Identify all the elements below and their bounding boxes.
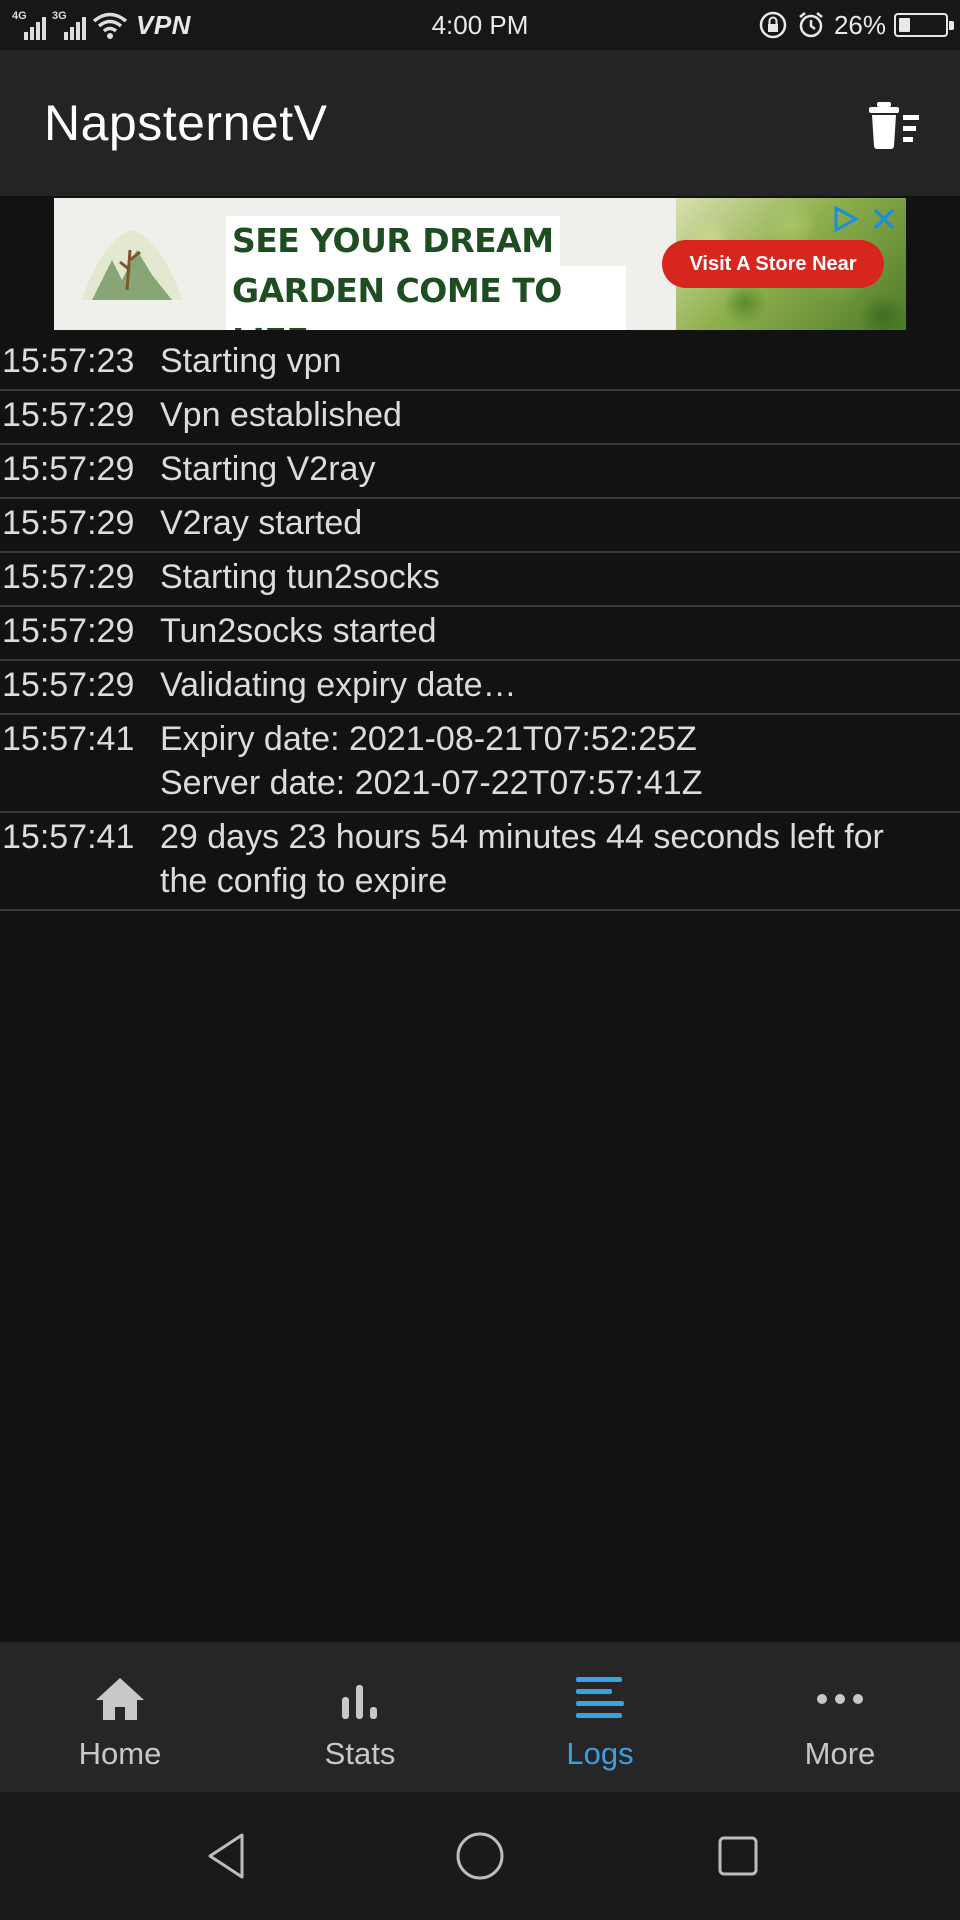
log-row: 15:57:29 Starting V2ray bbox=[0, 445, 960, 499]
log-list: 15:57:23 Starting vpn 15:57:29 Vpn establis… bbox=[0, 337, 960, 911]
log-timestamp: 15:57:29 bbox=[2, 504, 135, 542]
nav-item-more[interactable]: More bbox=[720, 1642, 960, 1792]
home-nav-button[interactable] bbox=[450, 1826, 510, 1886]
battery-level-fill bbox=[899, 18, 910, 32]
back-button[interactable] bbox=[196, 1826, 256, 1886]
log-row: 15:57:29 Tun2socks started bbox=[0, 607, 960, 661]
log-message: Expiry date: 2021-08-21T07:52:25Z Server… bbox=[160, 720, 703, 802]
log-message: V2ray started bbox=[160, 504, 363, 542]
log-timestamp: 15:57:29 bbox=[2, 450, 135, 488]
app-title: NapsternetV bbox=[44, 95, 328, 151]
log-timestamp: 15:57:29 bbox=[2, 558, 135, 596]
system-navigation-bar bbox=[0, 1792, 960, 1920]
log-message: 29 days 23 hours 54 minutes 44 seconds l… bbox=[160, 818, 884, 900]
more-icon bbox=[810, 1672, 870, 1726]
log-timestamp: 15:57:41 bbox=[2, 720, 135, 758]
ad-logo bbox=[72, 220, 242, 310]
log-row: 15:57:29 V2ray started bbox=[0, 499, 960, 553]
nav-item-logs[interactable]: Logs bbox=[480, 1642, 720, 1792]
ad-cta-button[interactable]: Visit A Store Near bbox=[662, 240, 884, 288]
rotation-lock-icon bbox=[759, 11, 787, 39]
recents-button[interactable] bbox=[708, 1826, 768, 1886]
battery-percent: 26% bbox=[833, 9, 886, 40]
adchoices-icon[interactable] bbox=[830, 204, 860, 234]
clear-logs-button[interactable] bbox=[860, 90, 930, 160]
nav-label-home: Home bbox=[78, 1736, 162, 1771]
nav-label-logs: Logs bbox=[566, 1736, 634, 1771]
log-row: 15:57:29 Validating expiry date… bbox=[0, 661, 960, 715]
nav-item-stats[interactable]: Stats bbox=[240, 1642, 480, 1792]
nav-item-home[interactable]: Home bbox=[0, 1642, 240, 1792]
log-message: Starting V2ray bbox=[160, 450, 376, 488]
log-timestamp: 15:57:23 bbox=[2, 342, 135, 380]
ad-banner[interactable]: SEE YOUR DREAM GARDEN COME TO LIFE Visit… bbox=[54, 198, 906, 330]
stats-icon bbox=[330, 1672, 390, 1726]
ad-headline-line2: GARDEN COME TO LIFE bbox=[226, 266, 626, 330]
log-message: Starting tun2socks bbox=[160, 558, 440, 596]
log-row: 15:57:29 Starting tun2socks bbox=[0, 553, 960, 607]
log-timestamp: 15:57:29 bbox=[2, 396, 135, 434]
ad-headline-line1: SEE YOUR DREAM bbox=[226, 216, 560, 266]
log-message: Vpn established bbox=[160, 396, 402, 434]
log-timestamp: 15:57:29 bbox=[2, 612, 135, 650]
status-right-group: 26% bbox=[758, 8, 954, 42]
nav-label-more: More bbox=[804, 1736, 876, 1771]
log-message: Tun2socks started bbox=[160, 612, 437, 650]
log-message: Validating expiry date… bbox=[160, 666, 517, 704]
logs-icon bbox=[570, 1672, 630, 1726]
log-row: 15:57:41 Expiry date: 2021-08-21T07:52:25… bbox=[0, 715, 960, 813]
app-screen: 4G 3G VPN 4:00 PM 26% NapsternetV SEE YO… bbox=[0, 0, 960, 1920]
log-message: Starting vpn bbox=[160, 342, 342, 380]
log-row: 15:57:29 Vpn established bbox=[0, 391, 960, 445]
recents-icon bbox=[718, 1836, 758, 1876]
ad-choices[interactable] bbox=[830, 204, 898, 234]
log-row: 15:57:23 Starting vpn bbox=[0, 337, 960, 391]
log-row: 15:57:41 29 days 23 hours 54 minutes 44 s… bbox=[0, 813, 960, 911]
battery-icon bbox=[894, 13, 954, 37]
ad-logo-mark bbox=[82, 230, 182, 300]
alarm-icon bbox=[799, 12, 823, 38]
clear-logs-icon bbox=[869, 102, 919, 149]
status-bar: 4G 3G VPN 4:00 PM 26% bbox=[0, 0, 960, 50]
back-icon bbox=[208, 1833, 244, 1879]
close-ad-icon[interactable] bbox=[870, 205, 898, 233]
nav-label-stats: Stats bbox=[324, 1736, 396, 1771]
log-timestamp: 15:57:29 bbox=[2, 666, 135, 704]
home-icon bbox=[90, 1672, 150, 1726]
ad-headline: SEE YOUR DREAM GARDEN COME TO LIFE bbox=[226, 216, 626, 330]
app-bar: NapsternetV bbox=[0, 50, 960, 196]
bottom-navigation: Home Stats Logs More bbox=[0, 1642, 960, 1792]
log-timestamp: 15:57:41 bbox=[2, 818, 135, 856]
home-circle-icon bbox=[456, 1832, 504, 1880]
